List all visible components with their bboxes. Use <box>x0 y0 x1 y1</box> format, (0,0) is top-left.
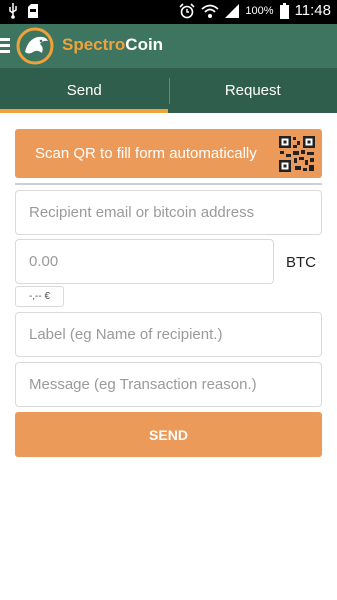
fiat-value-badge: -,-- € <box>15 286 64 307</box>
status-bar: 100% 11:48 <box>0 0 337 24</box>
send-button[interactable]: SEND <box>15 412 322 457</box>
tab-request[interactable]: Request <box>168 68 337 113</box>
menu-icon[interactable] <box>0 38 10 54</box>
amount-currency-label: BTC <box>286 254 316 271</box>
amount-placeholder: 0.00 <box>29 253 59 270</box>
battery-icon <box>279 2 289 19</box>
app-bar: SpectroCoin <box>0 24 337 68</box>
scan-qr-button[interactable]: Scan QR to fill form automatically <box>15 129 322 178</box>
sd-card-icon <box>28 4 38 18</box>
message-placeholder: Message (eg Transaction reason.) <box>29 376 257 393</box>
tab-bar: Send Request <box>0 68 337 113</box>
label-placeholder: Label (eg Name of recipient.) <box>29 326 223 343</box>
active-tab-indicator <box>0 109 168 113</box>
message-input[interactable]: Message (eg Transaction reason.) <box>15 362 322 407</box>
clock: 11:48 <box>294 2 331 19</box>
label-input[interactable]: Label (eg Name of recipient.) <box>15 312 322 357</box>
divider <box>15 183 322 185</box>
tab-send[interactable]: Send <box>0 68 169 113</box>
brand-name-part1: Spectro <box>62 35 126 54</box>
usb-icon <box>9 3 17 19</box>
recipient-placeholder: Recipient email or bitcoin address <box>29 204 255 221</box>
alarm-icon <box>179 2 195 18</box>
scan-qr-label: Scan QR to fill form automatically <box>35 145 257 162</box>
battery-percent: 100% <box>245 4 274 17</box>
recipient-input[interactable]: Recipient email or bitcoin address <box>15 190 322 235</box>
wifi-icon <box>201 4 220 18</box>
signal-icon <box>225 3 240 18</box>
brand-name: SpectroCoin <box>62 35 163 55</box>
amount-input[interactable]: 0.00 <box>15 239 274 284</box>
spectrocoin-logo-icon[interactable] <box>16 27 54 65</box>
brand-name-part2: Coin <box>125 35 164 54</box>
qr-code-icon <box>278 135 316 173</box>
